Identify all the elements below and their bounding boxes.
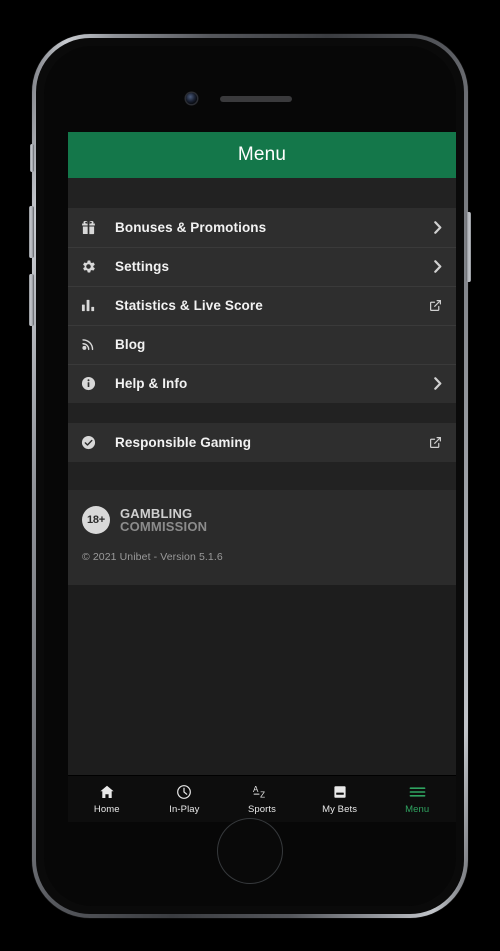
age-restriction-badge: 18+	[82, 506, 110, 534]
menu-item-blog[interactable]: Blog	[68, 325, 456, 364]
header-spacer	[68, 178, 456, 208]
nav-item-sports[interactable]: A Z Sports	[223, 776, 301, 822]
chevron-right-icon	[434, 377, 442, 390]
clock-icon	[176, 784, 192, 801]
front-camera-icon	[186, 93, 197, 104]
menu-item-label: Bonuses & Promotions	[115, 220, 267, 235]
menu-item-label: Blog	[115, 337, 146, 352]
menu-item-bonuses-promotions[interactable]: Bonuses & Promotions	[68, 208, 456, 247]
page-title: Menu	[237, 144, 287, 165]
external-link-icon	[429, 299, 442, 312]
external-link-icon	[429, 436, 442, 449]
phone-screen: Menu Bonuses & Promotions Settings Stati…	[68, 132, 456, 822]
earpiece-speaker	[220, 96, 292, 102]
menu-item-label: Statistics & Live Score	[115, 298, 263, 313]
menu-group-primary: Bonuses & Promotions Settings Statistics…	[68, 208, 456, 403]
home-icon	[99, 784, 115, 801]
nav-item-label: Menu	[405, 803, 430, 815]
bottom-navigation-bar: Home In-Play A Z Sports My Bets Menu	[68, 775, 456, 822]
phone-bezel: Menu Bonuses & Promotions Settings Stati…	[44, 46, 456, 906]
nav-item-label: In-Play	[169, 803, 200, 815]
chevron-right-icon	[434, 221, 442, 234]
regulator-logo: 18+ GAMBLING COMMISSION	[82, 506, 442, 534]
regulator-line-2: COMMISSION	[120, 519, 208, 534]
svg-text:Z: Z	[261, 791, 266, 800]
gift-icon	[81, 220, 107, 235]
menu-group-secondary: Responsible Gaming	[68, 423, 456, 462]
empty-scroll-area	[68, 585, 456, 775]
menu-item-statistics-live-score[interactable]: Statistics & Live Score	[68, 286, 456, 325]
chevron-right-icon	[434, 260, 442, 273]
menu-item-settings[interactable]: Settings	[68, 247, 456, 286]
phone-inner-frame: Menu Bonuses & Promotions Settings Stati…	[36, 38, 464, 914]
menu-item-responsible-gaming[interactable]: Responsible Gaming	[68, 423, 456, 462]
bar-chart-icon	[81, 298, 107, 313]
home-button[interactable]	[217, 818, 283, 884]
menu-item-label: Settings	[115, 259, 170, 274]
menu-item-label: Help & Info	[115, 376, 188, 391]
silent-switch[interactable]	[30, 144, 34, 172]
gambling-commission-wordmark: GAMBLING COMMISSION	[120, 507, 207, 533]
copyright-version-text: © 2021 Unibet - Version 5.1.6	[82, 551, 223, 563]
menu-item-label: Responsible Gaming	[115, 435, 252, 450]
nav-item-menu[interactable]: Menu	[378, 776, 456, 822]
rss-icon	[81, 337, 107, 352]
az-sort-icon: A Z	[252, 784, 271, 801]
phone-device-frame: Menu Bonuses & Promotions Settings Stati…	[29, 34, 471, 918]
menu-item-help-info[interactable]: Help & Info	[68, 364, 456, 403]
nav-item-my-bets[interactable]: My Bets	[301, 776, 379, 822]
svg-text:A: A	[253, 785, 259, 794]
footer-spacer	[68, 462, 456, 490]
volume-up-button[interactable]	[29, 206, 34, 258]
nav-item-label: My Bets	[322, 803, 358, 815]
bet-slip-icon	[332, 784, 348, 801]
nav-item-label: Home	[93, 803, 120, 815]
clock-check-icon	[81, 435, 107, 450]
volume-down-button[interactable]	[29, 274, 34, 326]
hamburger-icon	[409, 784, 426, 801]
nav-item-in-play[interactable]: In-Play	[146, 776, 224, 822]
menu-group-spacer	[68, 403, 456, 423]
nav-item-label: Sports	[247, 803, 277, 815]
info-circle-icon	[81, 376, 107, 391]
footer-block: 18+ GAMBLING COMMISSION © 2021 Unibet - …	[68, 490, 456, 585]
nav-item-home[interactable]: Home	[68, 776, 146, 822]
gear-icon	[81, 259, 107, 274]
app-header: Menu	[68, 132, 456, 178]
power-button[interactable]	[466, 212, 471, 282]
